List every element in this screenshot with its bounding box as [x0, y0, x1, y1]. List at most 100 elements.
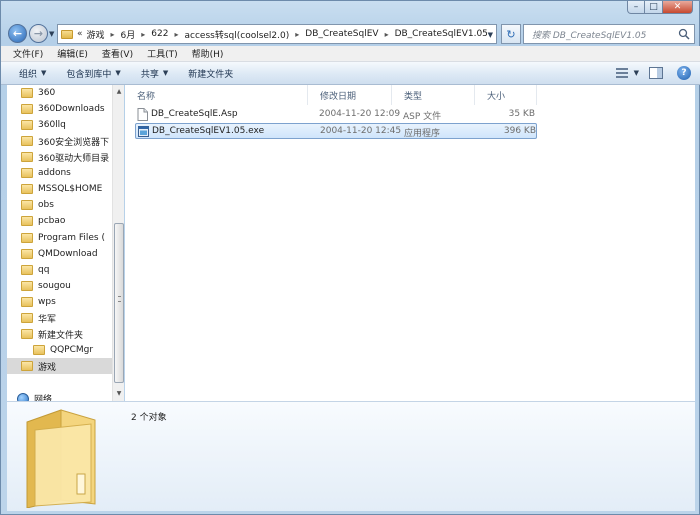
nav-item-label: 360驱动大师目录	[38, 153, 110, 164]
nav-item-label: 360	[38, 88, 56, 98]
nav-item-label: 游戏	[38, 362, 57, 373]
nav-item[interactable]: QMDownload	[7, 246, 117, 262]
network-icon	[17, 392, 29, 401]
nav-item[interactable]: Program Files (	[7, 230, 117, 246]
details-pane: 2 个对象	[7, 401, 695, 511]
folder-icon	[21, 88, 33, 98]
chevron-down-icon: ▼	[41, 69, 47, 77]
menu-tools[interactable]: 工具(T)	[147, 47, 178, 60]
column-header-name[interactable]: 名称	[125, 85, 308, 105]
nav-item[interactable]: 360驱动大师目录	[7, 149, 117, 165]
nav-item-network[interactable]: 网络	[17, 392, 52, 401]
search-input[interactable]: 搜索 DB_CreateSqlEV1.05	[523, 24, 695, 44]
scroll-down-icon[interactable]: ▼	[114, 389, 124, 399]
nav-item-label: pcbao	[38, 216, 66, 226]
back-button[interactable]: ←	[8, 24, 27, 43]
nav-item[interactable]: 360Downloads	[7, 101, 117, 117]
close-button[interactable]: ✕	[663, 1, 693, 14]
folder-icon	[21, 184, 33, 194]
search-icon[interactable]	[678, 28, 690, 40]
nav-item[interactable]: MSSQL$HOME	[7, 181, 117, 197]
preview-pane-icon[interactable]	[649, 67, 663, 79]
new-folder-button[interactable]: 新建文件夹	[188, 67, 233, 80]
column-header-type[interactable]: 类型	[392, 85, 475, 105]
folder-icon	[21, 200, 33, 210]
navigation-pane: 360 360Downloads 360llq 360安全浏览器下 360驱动大…	[7, 85, 124, 401]
view-dropdown-icon[interactable]: ▼	[634, 69, 639, 77]
organize-button[interactable]: 组织 ▼	[19, 67, 46, 80]
nav-item[interactable]: sougou	[7, 278, 117, 294]
menu-help[interactable]: 帮助(H)	[192, 47, 224, 60]
view-options-icon[interactable]	[614, 67, 630, 79]
column-header-date[interactable]: 修改日期	[308, 85, 392, 105]
folder-icon	[21, 136, 33, 146]
recent-pages-dropdown[interactable]: ▼	[49, 30, 54, 38]
menu-view[interactable]: 查看(V)	[102, 47, 133, 60]
file-name: DB_CreateSqlE.Asp	[151, 109, 238, 119]
menu-edit[interactable]: 编辑(E)	[57, 47, 88, 60]
nav-item-label: 新建文件夹	[38, 330, 84, 341]
file-date: 2004-11-20 12:09	[319, 109, 401, 119]
include-in-library-button[interactable]: 包含到库中 ▼	[66, 67, 120, 80]
column-size-label: 大小	[487, 91, 506, 102]
folder-icon	[21, 297, 33, 307]
explorer-window: – □ ✕ ← → ▼ « 游戏 ▸ 6月 ▸ 622 ▸ access转sql…	[0, 0, 700, 515]
nav-item[interactable]: QQPCMgr	[7, 342, 117, 358]
nav-item[interactable]: 华军	[7, 310, 117, 326]
maximize-button[interactable]: □	[645, 1, 663, 14]
nav-item[interactable]: 新建文件夹	[7, 326, 117, 342]
nav-item-label: QQPCMgr	[50, 345, 94, 355]
nav-item[interactable]: qq	[7, 262, 117, 278]
breadcrumb-5[interactable]: DB_CreateSqlEV1.05	[395, 29, 488, 39]
navpane-scrollbar[interactable]: ▲ ▼	[112, 85, 124, 401]
network-label: 网络	[34, 395, 53, 401]
nav-item[interactable]: 360安全浏览器下	[7, 133, 117, 149]
new-folder-label: 新建文件夹	[188, 69, 234, 80]
breadcrumb-2[interactable]: 622	[151, 29, 168, 39]
arrow-left-icon: ←	[12, 27, 23, 40]
breadcrumb-4[interactable]: DB_CreateSqlEV	[305, 29, 378, 39]
breadcrumb-overflow[interactable]: «	[77, 29, 83, 39]
folder-icon	[21, 329, 33, 339]
breadcrumb-1[interactable]: 6月	[121, 28, 136, 41]
caption-buttons: – □ ✕	[627, 1, 693, 14]
chevron-down-icon: ▼	[162, 69, 169, 77]
nav-item[interactable]: 360	[7, 85, 117, 101]
breadcrumb-separator-icon[interactable]: ▸	[111, 30, 115, 39]
breadcrumb-separator-icon[interactable]: ▸	[295, 30, 299, 39]
file-row-selected[interactable]: DB_CreateSqlEV1.05.exe 2004-11-20 12:45 …	[135, 123, 537, 139]
scroll-up-icon[interactable]: ▲	[114, 87, 124, 97]
nav-item[interactable]: obs	[7, 197, 117, 213]
file-row[interactable]: DB_CreateSqlE.Asp 2004-11-20 12:09 ASP 文…	[135, 107, 537, 123]
column-name-label: 名称	[137, 91, 156, 102]
nav-item[interactable]: pcbao	[7, 213, 117, 229]
nav-item[interactable]: addons	[7, 165, 117, 181]
column-header-size[interactable]: 大小	[475, 85, 537, 105]
view-controls: ▼ ?	[614, 66, 691, 80]
breadcrumb-3[interactable]: access转sql(coolsel2.0)	[185, 28, 290, 41]
folder-large-icon	[26, 409, 96, 508]
refresh-button[interactable]: ↻	[501, 24, 521, 44]
scrollbar-thumb[interactable]	[114, 223, 124, 383]
address-dropdown-icon[interactable]: ▼	[488, 31, 493, 39]
nav-item-label: 华军	[38, 314, 57, 325]
share-button[interactable]: 共享 ▼	[141, 67, 168, 80]
nav-item[interactable]: wps	[7, 294, 117, 310]
folder-icon	[21, 120, 33, 130]
item-count: 2 个对象	[131, 413, 167, 423]
address-bar[interactable]: « 游戏 ▸ 6月 ▸ 622 ▸ access转sql(coolsel2.0)…	[57, 24, 497, 44]
breadcrumb-separator-icon[interactable]: ▸	[174, 30, 178, 39]
help-icon[interactable]: ?	[677, 66, 691, 80]
forward-button[interactable]: →	[29, 24, 48, 43]
file-type: ASP 文件	[403, 112, 442, 122]
breadcrumb-separator-icon[interactable]: ▸	[385, 30, 389, 39]
arrow-right-icon: →	[33, 27, 44, 40]
nav-item-label: obs	[38, 200, 54, 210]
breadcrumb-0[interactable]: 游戏	[87, 28, 105, 41]
minimize-button[interactable]: –	[627, 1, 645, 14]
nav-item-label: 360llq	[38, 120, 66, 130]
nav-item-selected[interactable]: 游戏	[7, 358, 117, 374]
nav-item[interactable]: 360llq	[7, 117, 117, 133]
breadcrumb-separator-icon[interactable]: ▸	[141, 30, 145, 39]
menu-file[interactable]: 文件(F)	[13, 47, 43, 60]
